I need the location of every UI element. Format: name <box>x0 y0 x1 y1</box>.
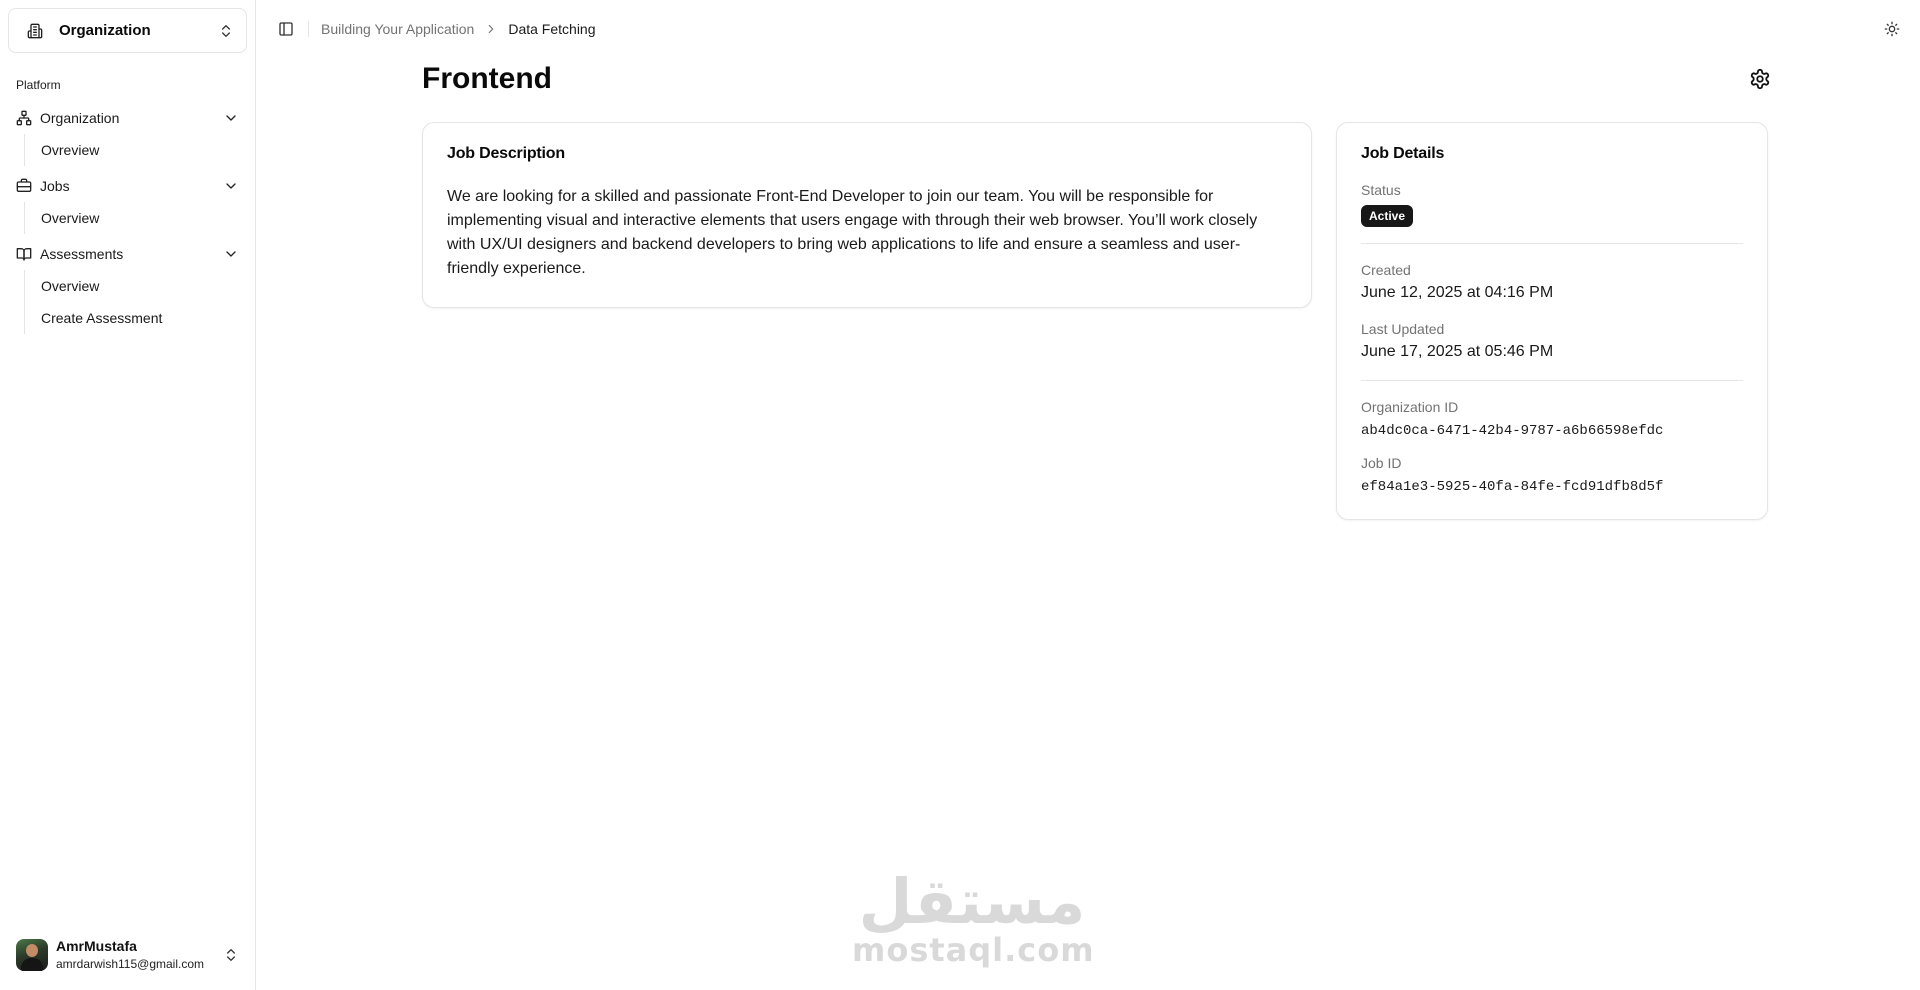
organization-switcher-label: Organization <box>59 22 151 39</box>
watermark-latin: mostaql.com <box>852 931 1095 969</box>
settings-button[interactable] <box>1744 63 1776 95</box>
last-updated-value: June 17, 2025 at 05:46 PM <box>1361 343 1554 360</box>
subnav-assessments: Overview Create Assessment <box>24 270 247 334</box>
created-label: Created <box>1361 262 1411 278</box>
user-email: amrdarwish115@gmail.com <box>56 957 205 972</box>
chevron-right-icon <box>484 22 498 36</box>
breadcrumb-link[interactable]: Building Your Application <box>321 21 474 37</box>
chevrons-up-down-icon <box>218 23 234 39</box>
book-open-icon <box>16 246 32 262</box>
divider <box>308 21 309 37</box>
app-root: Organization Platform Organization Ovrev… <box>0 0 1920 990</box>
sidebar-item-organization[interactable]: Organization <box>8 102 247 134</box>
briefcase-icon <box>16 178 32 194</box>
subnav-jobs: Overview <box>24 202 247 234</box>
chevron-down-icon <box>223 246 239 262</box>
subnav-organization: Ovreview <box>24 134 247 166</box>
subnav-item-create-assessment[interactable]: Create Assessment <box>41 302 247 334</box>
subnav-item-jobs-overview[interactable]: Overview <box>41 202 247 234</box>
sidebar-nav: Organization Ovreview Jobs Overview Asse… <box>0 102 255 334</box>
divider <box>1361 380 1743 381</box>
breadcrumb: Building Your Application Data Fetching <box>321 21 596 37</box>
watermark-logo: مستقل mostaql.com <box>852 865 1095 969</box>
sidebar-item-label: Organization <box>40 110 120 126</box>
page-content: Frontend Job Description We are looking … <box>422 58 1774 520</box>
chevron-down-icon <box>223 110 239 126</box>
created-value: June 12, 2025 at 04:16 PM <box>1361 284 1554 301</box>
job-description-title: Job Description <box>447 145 565 162</box>
breadcrumb-current-page: Data Fetching <box>508 21 596 37</box>
status-badge: Active <box>1361 205 1414 227</box>
user-name: AmrMustafa <box>56 938 137 955</box>
divider <box>1361 243 1743 244</box>
page-header: Frontend <box>422 58 1774 100</box>
organization-id-label: Organization ID <box>1361 399 1459 415</box>
job-description-text: We are looking for a skilled and passion… <box>447 188 1258 277</box>
network-icon <box>16 110 32 126</box>
chevrons-up-down-icon <box>223 947 239 963</box>
job-id-value: ef84a1e3-5925-40fa-84fe-fcd91dfb8d5f <box>1361 479 1664 495</box>
organization-switcher[interactable]: Organization <box>8 8 247 53</box>
organization-id-value: ab4dc0ca-6471-42b4-9787-a6b66598efdc <box>1361 423 1664 439</box>
cards-row: Job Description We are looking for a ski… <box>422 122 1774 520</box>
main-area: Building Your Application Data Fetching … <box>256 0 1920 990</box>
subnav-item-organization-overview[interactable]: Ovreview <box>41 134 247 166</box>
sidebar-item-label: Jobs <box>40 178 70 194</box>
theme-toggle-button[interactable] <box>1880 17 1904 41</box>
user-menu[interactable]: AmrMustafa amrdarwish115@gmail.com <box>8 928 247 982</box>
sidebar-toggle-button[interactable] <box>272 15 300 43</box>
job-id-label: Job ID <box>1361 455 1402 471</box>
page-title: Frontend <box>422 62 552 95</box>
sidebar-item-label: Assessments <box>40 246 124 262</box>
last-updated-label: Last Updated <box>1361 321 1445 337</box>
watermark-arabic: مستقل <box>858 865 1086 938</box>
sidebar: Organization Platform Organization Ovrev… <box>0 0 256 990</box>
job-details-card: Job Details Status Active Created June 1… <box>1336 122 1768 520</box>
nav-group-label: Platform <box>16 78 61 92</box>
sidebar-item-assessments[interactable]: Assessments <box>8 238 247 270</box>
gear-icon <box>1749 68 1771 90</box>
building-icon <box>25 21 45 41</box>
avatar <box>16 939 48 971</box>
job-details-title: Job Details <box>1361 145 1445 162</box>
status-label: Status <box>1361 182 1401 198</box>
top-bar: Building Your Application Data Fetching <box>256 0 1920 58</box>
subnav-item-assessments-overview[interactable]: Overview <box>41 270 247 302</box>
sun-icon <box>1884 21 1900 37</box>
chevron-down-icon <box>223 178 239 194</box>
sidebar-item-jobs[interactable]: Jobs <box>8 170 247 202</box>
panel-left-icon <box>278 21 294 37</box>
user-info: AmrMustafa amrdarwish115@gmail.com <box>56 938 223 971</box>
job-description-card: Job Description We are looking for a ski… <box>422 122 1312 308</box>
